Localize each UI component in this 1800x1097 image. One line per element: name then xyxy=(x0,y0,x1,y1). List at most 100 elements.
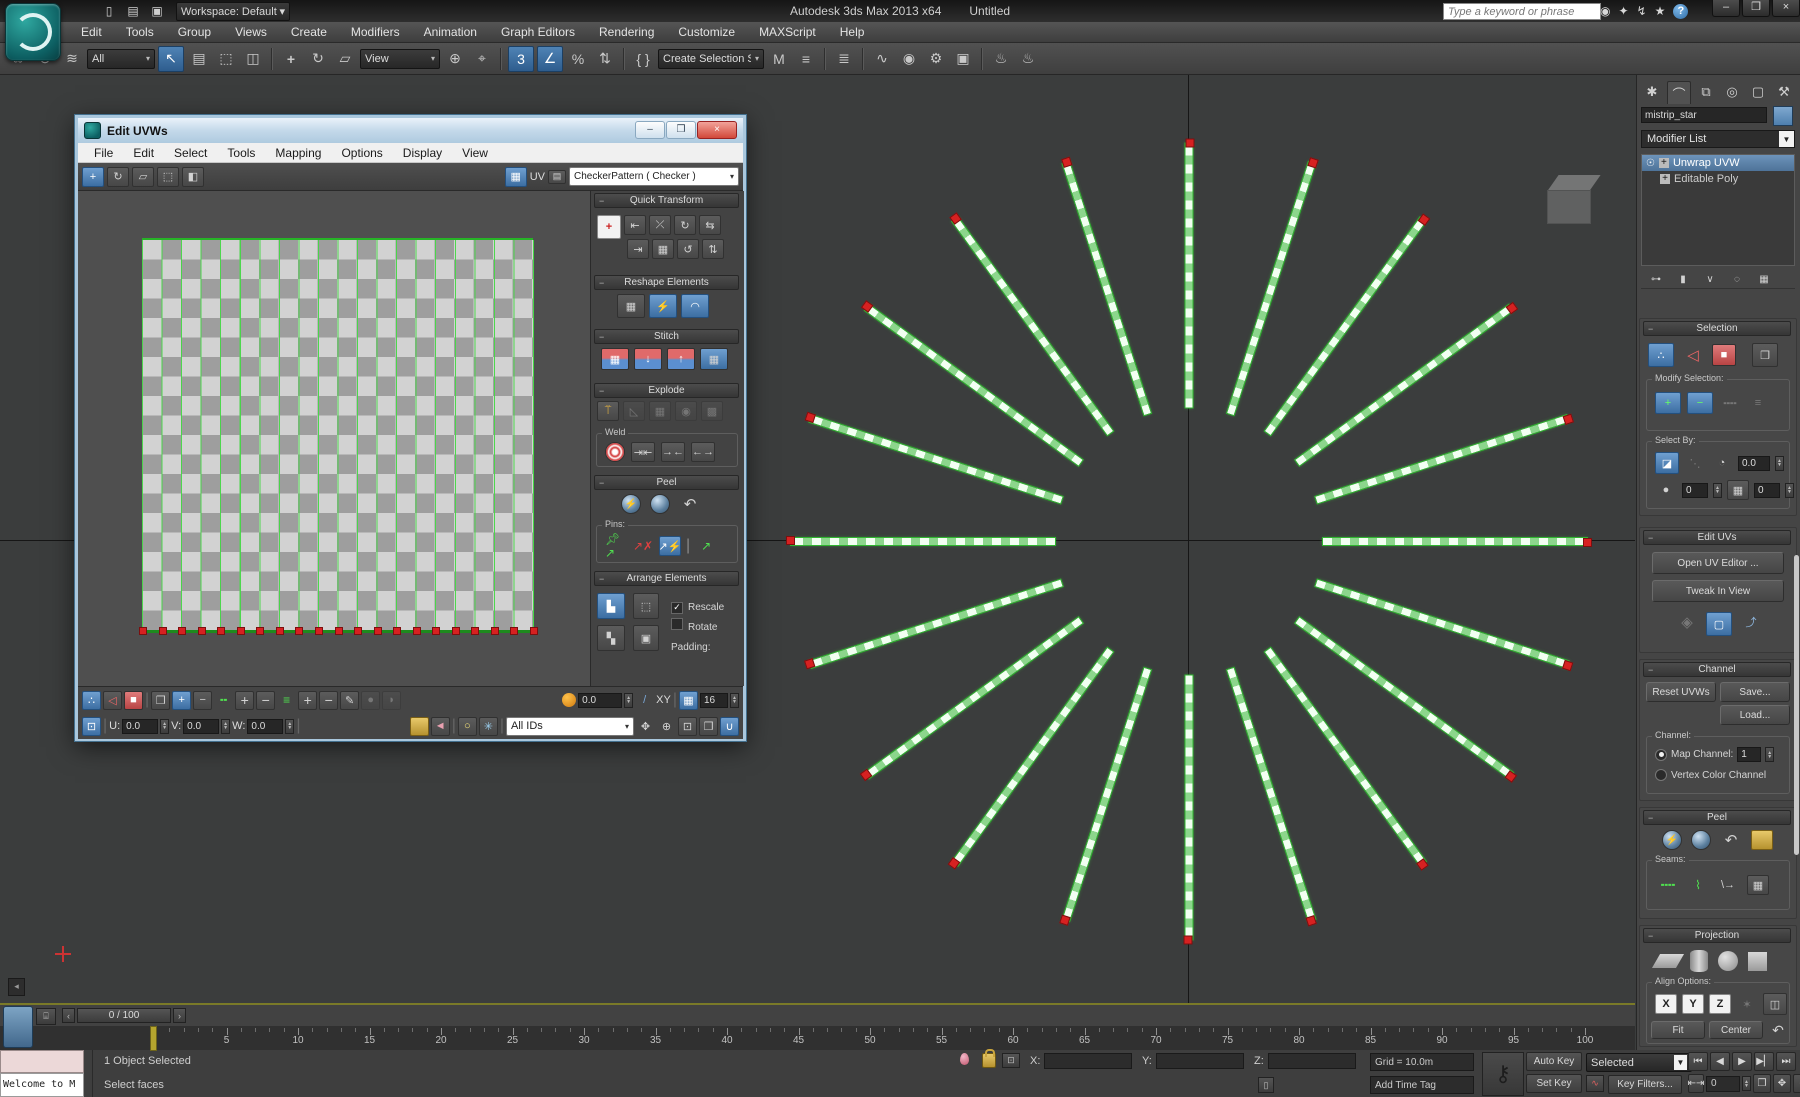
vertex-color-radio[interactable] xyxy=(1655,769,1667,781)
element-mode-icon[interactable]: ❒ xyxy=(151,691,170,710)
tab-utilities-icon[interactable]: ⚒ xyxy=(1773,81,1795,103)
target-weld-icon[interactable] xyxy=(605,442,625,462)
quick-transform-rollout-header[interactable]: −Quick Transform xyxy=(594,193,739,208)
menu-edit[interactable]: Edit xyxy=(70,23,113,41)
selection-lock-icon[interactable] xyxy=(982,1053,996,1068)
previous-key-button[interactable]: ◀ xyxy=(1710,1052,1730,1071)
selected-vertex-marker[interactable] xyxy=(804,412,815,423)
x-coord-field[interactable] xyxy=(1044,1053,1132,1069)
uvw-menu-view[interactable]: View xyxy=(452,144,498,162)
search-icon[interactable]: ◉ xyxy=(1600,4,1610,18)
quick-planar-map-icon[interactable]: ◈ xyxy=(1676,612,1698,632)
stitch-source-icon[interactable]: ↓ xyxy=(634,348,662,370)
uvw-menu-tools[interactable]: Tools xyxy=(217,144,265,162)
tab-modify-icon[interactable]: ⌒ xyxy=(1667,81,1691,104)
flatten-custom-icon[interactable]: ⍡ xyxy=(597,401,619,421)
map-channel-value[interactable]: 1 xyxy=(1737,747,1761,762)
time-slider-track[interactable] xyxy=(0,1005,1635,1027)
spinner[interactable]: ▲▼ xyxy=(624,693,633,708)
expand-icon[interactable]: + xyxy=(1659,158,1669,168)
current-frame-marker[interactable] xyxy=(150,1026,157,1051)
add-time-tag[interactable]: Add Time Tag xyxy=(1370,1076,1474,1094)
space-vertical-icon[interactable]: ⇅ xyxy=(702,239,724,259)
select-rotate-icon[interactable]: ↻ xyxy=(306,47,330,71)
snaps-toggle-icon[interactable]: 3 xyxy=(508,46,534,72)
weld-all-icon[interactable]: →← xyxy=(661,442,685,462)
default-in-out-tangent-icon[interactable]: ∿ xyxy=(1586,1075,1604,1092)
go-to-end-button[interactable]: ⏭ xyxy=(1776,1052,1796,1071)
menu-help[interactable]: Help xyxy=(829,23,876,41)
reshape-elements-rollout-header[interactable]: −Reshape Elements xyxy=(594,275,739,290)
vertex-mode-icon[interactable]: ∴ xyxy=(82,691,101,710)
uv-vertex-dot[interactable] xyxy=(276,627,284,635)
remove-modifier-icon[interactable]: ◌ xyxy=(1728,272,1746,288)
relax-icon[interactable]: ◠ xyxy=(681,294,709,318)
spinner[interactable]: ▲▼ xyxy=(1713,483,1722,498)
projection-rollout-header[interactable]: −Projection xyxy=(1643,928,1791,943)
select-place-icon[interactable]: ⌖ xyxy=(470,47,494,71)
uv-vertex-dot[interactable] xyxy=(413,627,421,635)
edge-mode-icon[interactable]: ◁ xyxy=(103,691,122,710)
go-to-start-button[interactable]: ⏮ xyxy=(1688,1052,1708,1071)
subscription-icon[interactable]: ✦ xyxy=(1618,4,1628,18)
make-unique-icon[interactable]: ∨ xyxy=(1701,272,1719,288)
smoothing-group-icon[interactable]: ● xyxy=(1655,480,1677,500)
reset-peel-icon[interactable]: ↶ xyxy=(1720,830,1742,850)
align-vertical-icon[interactable]: ⇥ xyxy=(627,239,649,259)
key-mode-dropdown[interactable]: Selected▼ xyxy=(1586,1053,1692,1072)
show-hidden-icon[interactable]: ○ xyxy=(458,717,477,736)
shrink-selection-icon[interactable]: − xyxy=(1687,392,1713,414)
maximize-button[interactable]: ❒ xyxy=(666,121,696,139)
restore-button[interactable]: ❒ xyxy=(1742,0,1770,17)
align-angle-icon[interactable]: ⤫ xyxy=(649,215,671,235)
rescale-elements-icon[interactable]: ⬚ xyxy=(633,593,659,619)
close-button[interactable]: × xyxy=(1772,0,1800,17)
quick-peel-icon[interactable]: ▢ xyxy=(1706,612,1732,636)
uvw-menu-mapping[interactable]: Mapping xyxy=(265,144,331,162)
quick-peel-icon[interactable]: ⚡ xyxy=(1662,830,1682,850)
relax-custom-icon[interactable]: ▦ xyxy=(617,294,645,318)
render-production-icon[interactable]: ♨ xyxy=(989,47,1013,71)
pin-tool-icon[interactable]: 📌︎↗ xyxy=(605,536,627,556)
edit-named-selections-icon[interactable]: { } xyxy=(631,47,655,71)
viewcube[interactable] xyxy=(1545,175,1603,227)
3dsmax-logo[interactable] xyxy=(5,3,61,61)
window-crossing-icon[interactable]: ◫ xyxy=(241,47,265,71)
spinner[interactable]: ▲▼ xyxy=(1785,483,1794,498)
uv-vertex-dot[interactable] xyxy=(530,627,538,635)
checker-toggle-icon[interactable]: ▦ xyxy=(679,691,698,710)
modifier-stack-item-editable-poly[interactable]: + Editable Poly xyxy=(1642,171,1794,187)
collapse-icon[interactable]: − xyxy=(599,196,604,206)
pick-texture-icon[interactable]: ◄ xyxy=(431,717,450,736)
absolute-offset-toggle-icon[interactable]: ⊡ xyxy=(82,717,101,736)
rescale-checkbox-row[interactable]: ✓Rescale xyxy=(671,597,724,615)
workspace-dropdown[interactable]: Workspace: Default▾ xyxy=(176,2,290,21)
uv-vertex-dot[interactable] xyxy=(217,627,225,635)
uv-vertex-dot[interactable] xyxy=(491,627,499,635)
material-editor-icon[interactable]: ◉ xyxy=(897,47,921,71)
move-tool-icon[interactable]: + xyxy=(82,167,104,187)
smoothing-group-value[interactable]: 0 xyxy=(1682,483,1708,498)
edge-to-seam-icon[interactable]: \→ xyxy=(1717,875,1739,895)
planar-map-icon[interactable] xyxy=(1652,954,1684,968)
selected-vertex-marker[interactable] xyxy=(1184,936,1193,945)
communication-icon[interactable]: ↯ xyxy=(1637,4,1647,18)
select-scale-icon[interactable]: ▱ xyxy=(333,47,357,71)
unpin-tool-icon[interactable]: ↗✗ xyxy=(632,536,654,556)
w-value[interactable]: 0.0 xyxy=(247,719,283,734)
set-keys-button[interactable]: ⚷ xyxy=(1482,1052,1524,1096)
pack-custom-icon[interactable]: ▚ xyxy=(597,625,625,651)
current-frame-field[interactable]: 0 xyxy=(1706,1076,1740,1092)
time-tag-icon[interactable]: ▯ xyxy=(1258,1077,1274,1093)
orbit-icon[interactable]: ◔ xyxy=(1793,1074,1800,1093)
bind-spacewarp-icon[interactable]: ≋ xyxy=(60,47,84,71)
maxscript-mini-listener[interactable]: Welcome to M xyxy=(0,1073,84,1097)
rotate-tool-icon[interactable]: ↻ xyxy=(107,167,129,187)
uvw-menu-display[interactable]: Display xyxy=(393,144,452,162)
selected-vertex-marker[interactable] xyxy=(1060,915,1071,926)
track-bar-key-mode-icon[interactable]: ⌸ xyxy=(36,1008,56,1025)
favorites-icon[interactable]: ★ xyxy=(1655,4,1666,18)
channel-rollout-header[interactable]: −Channel xyxy=(1643,662,1791,677)
show-end-result-icon[interactable]: ▮ xyxy=(1674,272,1692,288)
align-y-button[interactable]: Y xyxy=(1682,994,1704,1014)
